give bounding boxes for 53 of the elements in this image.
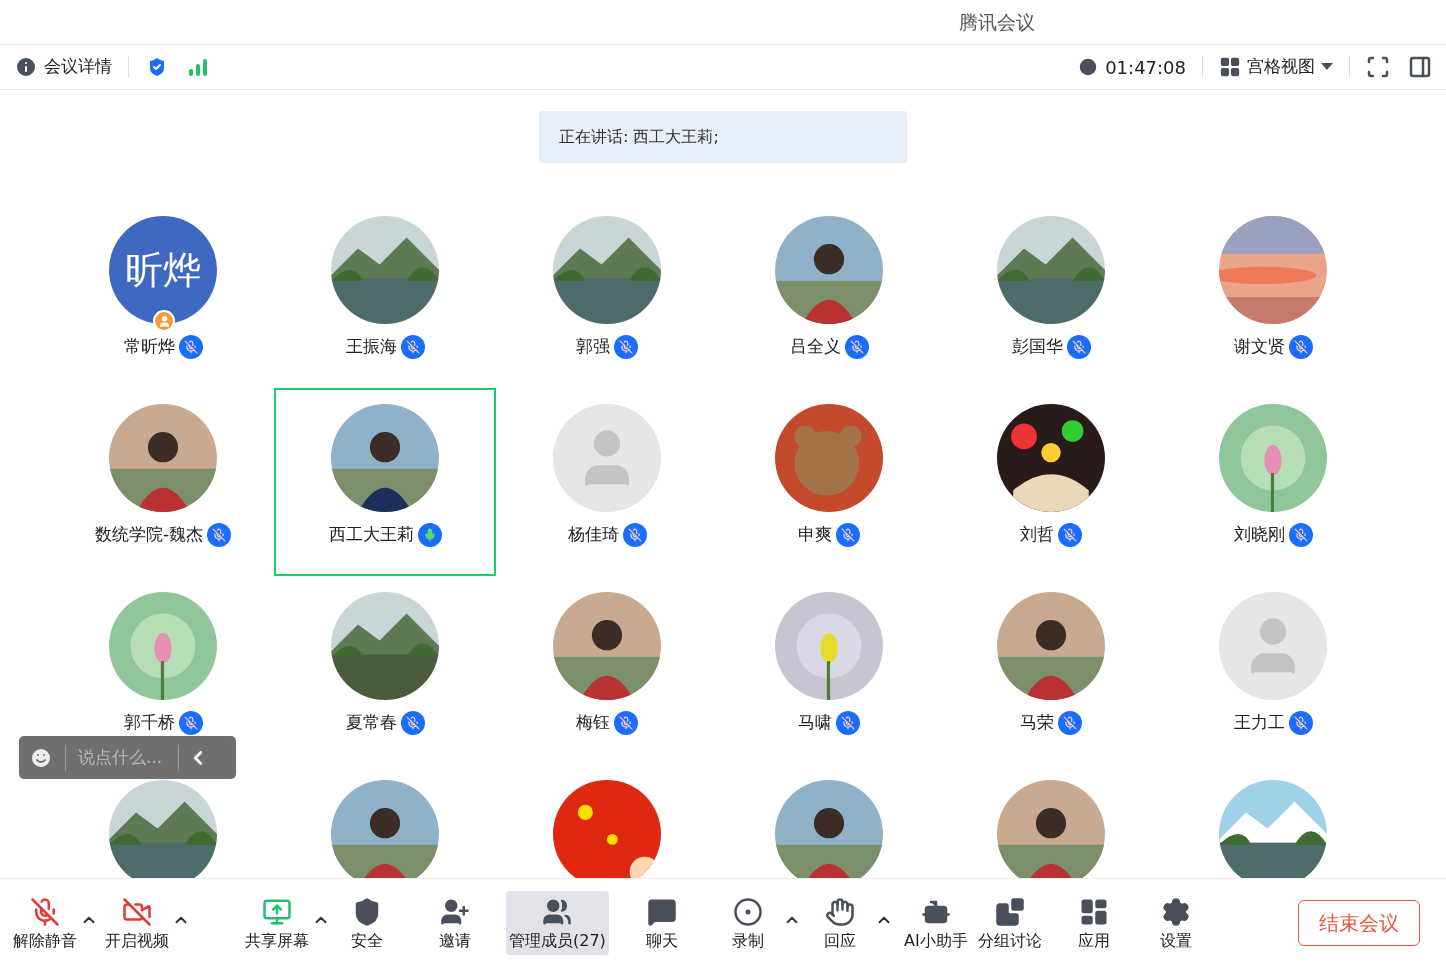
record-icon (732, 896, 763, 927)
avatar-initials: 昕烨 (125, 246, 201, 294)
toolbar-button[interactable]: 聊天 (626, 890, 697, 955)
signal-icon (187, 57, 209, 77)
participant-name: 郭千桥 (123, 711, 175, 735)
meeting-details-button[interactable]: 会议详情 (14, 54, 112, 80)
settings-icon (1160, 896, 1191, 927)
toolbar-button[interactable]: 共享屏幕 (242, 890, 312, 955)
dropdown-triangle-icon (1321, 63, 1333, 71)
participant-name: 彭国华 (1011, 335, 1063, 359)
chat-input-bar[interactable]: 说点什么... (19, 736, 236, 779)
toolbar-button[interactable]: AI小助手 (900, 890, 971, 955)
participant-name: 常昕烨 (123, 335, 175, 359)
window-title: 腾讯会议 (959, 9, 1035, 35)
chat-input[interactable]: 说点什么... (78, 744, 178, 771)
participant-name: 郭强 (576, 335, 610, 359)
participant-name: 夏常春 (345, 711, 397, 735)
grid-icon (1219, 56, 1241, 78)
toolbar-button[interactable]: 安全 (332, 890, 402, 955)
participant-name: 谢文贤 (1233, 335, 1285, 359)
speaking-banner: 正在讲话: 西工大王莉; (539, 111, 907, 163)
participant-name: 数统学院-魏杰 (94, 523, 204, 547)
participant-name: 马荣 (1020, 711, 1054, 735)
end-meeting-button[interactable]: 结束会议 (1298, 899, 1420, 946)
participant-name: 王振海 (345, 335, 397, 359)
participant-name: 杨佳琦 (567, 523, 619, 547)
view-mode-button[interactable]: 宫格视图 (1219, 54, 1333, 80)
toolbar-button[interactable]: 回应 (804, 890, 875, 955)
blocks-icon (994, 896, 1025, 927)
participant-name: 西工大王莉 (328, 523, 414, 547)
hand-icon (824, 896, 855, 927)
toolbar-button[interactable]: 分组讨论 (974, 890, 1045, 955)
participant-name: 刘哲 (1020, 523, 1054, 547)
participant-name: 梅钰 (576, 711, 610, 735)
participant-name: 吕全义 (789, 335, 841, 359)
sidebar-toggle-icon[interactable] (1408, 55, 1432, 79)
video-off-icon (122, 896, 152, 927)
participant-name: 申爽 (798, 523, 832, 547)
toolbar-button[interactable]: 录制 (712, 890, 783, 955)
participant-name: 马啸 (798, 711, 832, 735)
toolbar-button[interactable]: 邀请 (420, 890, 490, 955)
participant-name: 刘晓刚 (1233, 523, 1285, 547)
toolbar-button[interactable]: 应用 (1058, 890, 1129, 955)
toolbar-button[interactable]: 解除静音 (10, 890, 80, 955)
toolbar-button[interactable]: 开启视频 (102, 890, 172, 955)
meeting-timer: 01:47:08 (1105, 55, 1186, 80)
toolbar-button[interactable]: 设置 (1140, 890, 1211, 955)
fullscreen-icon[interactable] (1366, 55, 1390, 79)
toolbar-button[interactable]: 管理成员(27) (506, 890, 609, 955)
info-icon (14, 55, 38, 79)
speaking-tile[interactable]: 西工大王莉 (274, 388, 496, 576)
mic-off-icon (30, 896, 60, 927)
participant-name: 王力工 (1233, 711, 1285, 735)
